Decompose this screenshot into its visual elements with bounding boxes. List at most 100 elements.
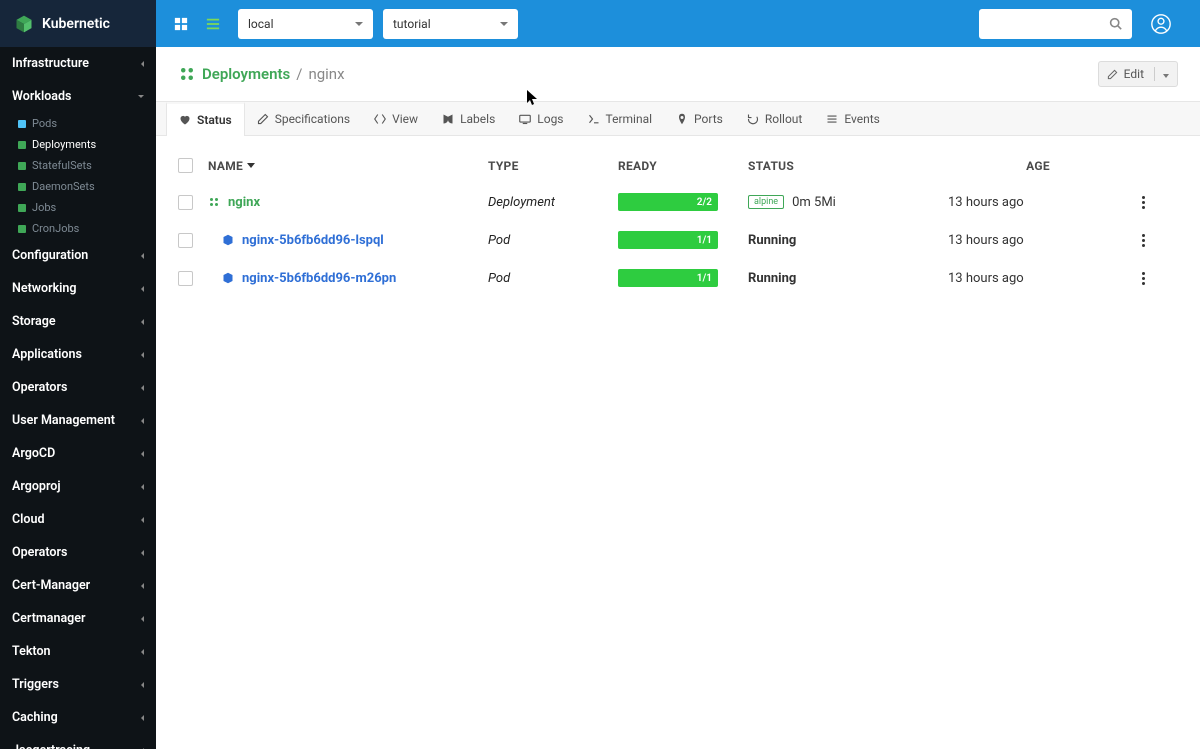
sidebar-category[interactable]: Infrastructure [0,47,156,80]
col-ready[interactable]: READY [618,159,748,173]
sidebar-item[interactable]: Jobs [0,197,156,218]
sidebar-category[interactable]: Cloud [0,503,156,536]
deployment-icon [208,196,220,208]
status-cell: alpine0m 5Mi [748,195,948,210]
ready-badge: 1/1 [618,269,718,287]
topbar: Kubernetic local tutorial [0,0,1200,47]
chevron-left-icon [141,616,144,622]
chevron-left-icon [141,682,144,688]
col-type[interactable]: TYPE [488,159,618,173]
sidebar-category[interactable]: Jaegertracing [0,734,156,749]
sidebar-category[interactable]: Storage [0,305,156,338]
row-actions-button[interactable] [1128,196,1158,209]
status-cell: Running [748,233,948,248]
tab[interactable]: Rollout [735,103,814,135]
sidebar-category[interactable]: ArgoCD [0,437,156,470]
resource-icon [18,120,26,128]
tab[interactable]: Status [166,102,245,136]
resource-icon [18,162,26,170]
pod-icon [222,272,234,284]
resource-icon [18,225,26,233]
sidebar-category[interactable]: Networking [0,272,156,305]
sidebar-item[interactable]: Pods [0,113,156,134]
breadcrumb-separator: / [296,65,302,83]
row-actions-button[interactable] [1128,272,1158,285]
col-age[interactable]: AGE [948,159,1128,173]
namespace-dropdown[interactable]: tutorial [383,9,518,39]
sidebar-item[interactable]: DaemonSets [0,176,156,197]
chevron-left-icon [141,583,144,589]
select-all-checkbox[interactable] [178,158,193,173]
table-row: nginx Deployment 2/2 alpine0m 5Mi 13 hou… [178,183,1178,221]
tab[interactable]: Specifications [245,103,362,135]
table-row: nginx-5b6fb6dd96-m26pn Pod 1/1 Running 1… [178,259,1178,297]
sidebar-category[interactable]: User Management [0,404,156,437]
user-icon [1150,13,1172,35]
tab[interactable]: Labels [430,103,507,135]
brand-name: Kubernetic [42,16,110,32]
age-cell: 13 hours ago [948,271,1128,286]
sidebar-category[interactable]: Triggers [0,668,156,701]
tab[interactable]: View [362,103,430,135]
chevron-left-icon [141,649,144,655]
resource-icon [18,141,26,149]
breadcrumb-current: nginx [308,65,344,83]
tab[interactable]: Ports [664,103,735,135]
edit-icon [1107,69,1118,80]
chevron-left-icon [141,352,144,358]
pod-icon [222,234,234,246]
row-checkbox[interactable] [178,195,193,210]
sidebar-category[interactable]: Tekton [0,635,156,668]
main-content: Deployments / nginx Edit StatusSpecifica… [156,47,1200,749]
edit-button[interactable]: Edit [1098,61,1178,87]
chevron-down-icon [355,22,363,26]
sidebar-category[interactable]: Caching [0,701,156,734]
row-checkbox[interactable] [178,233,193,248]
ready-badge: 2/2 [618,193,718,211]
chevron-left-icon [141,484,144,490]
sidebar-item[interactable]: CronJobs [0,218,156,239]
edit-button-label: Edit [1124,67,1144,81]
name-cell[interactable]: nginx-5b6fb6dd96-lspql [208,233,488,248]
user-menu[interactable] [1132,13,1200,35]
tab[interactable]: Events [814,103,892,135]
sidebar: InfrastructureWorkloadsPodsDeploymentsSt… [0,47,156,749]
row-actions-button[interactable] [1128,234,1158,247]
list-icon[interactable] [206,17,220,31]
namespace-value: tutorial [393,17,431,31]
tab[interactable]: Terminal [576,103,665,135]
breadcrumb-root[interactable]: Deployments [202,65,290,83]
search-icon [1109,17,1122,30]
sidebar-category[interactable]: Operators [0,536,156,569]
tabs: StatusSpecificationsViewLabelsLogsTermin… [156,102,1200,136]
sidebar-category[interactable]: Argoproj [0,470,156,503]
table-header-row: NAME TYPE READY STATUS AGE [178,148,1178,183]
sidebar-category[interactable]: Cert-Manager [0,569,156,602]
sidebar-category[interactable]: Workloads [0,80,156,113]
cluster-dropdown[interactable]: local [238,9,373,39]
sidebar-item[interactable]: StatefulSets [0,155,156,176]
sidebar-category[interactable]: Operators [0,371,156,404]
sidebar-category[interactable]: Applications [0,338,156,371]
type-cell: Pod [488,233,618,248]
col-name[interactable]: NAME [208,159,488,173]
chevron-left-icon [141,319,144,325]
chevron-left-icon [141,418,144,424]
resource-usage: 0m 5Mi [792,195,836,210]
sidebar-category[interactable]: Configuration [0,239,156,272]
sidebar-item[interactable]: Deployments [0,134,156,155]
edit-button-caret[interactable] [1154,67,1169,81]
name-cell[interactable]: nginx [208,195,488,210]
name-cell[interactable]: nginx-5b6fb6dd96-m26pn [208,271,488,286]
col-status[interactable]: STATUS [748,159,948,173]
tab[interactable]: Logs [507,103,575,135]
chevron-left-icon [141,61,144,67]
row-checkbox[interactable] [178,271,193,286]
resource-table: NAME TYPE READY STATUS AGE nginx Deploym… [156,136,1200,309]
sidebar-category[interactable]: Certmanager [0,602,156,635]
status-text: Running [748,271,796,286]
table-row: nginx-5b6fb6dd96-lspql Pod 1/1 Running 1… [178,221,1178,259]
grid-icon[interactable] [174,17,188,31]
search-input[interactable] [979,9,1132,39]
cluster-value: local [248,17,274,31]
